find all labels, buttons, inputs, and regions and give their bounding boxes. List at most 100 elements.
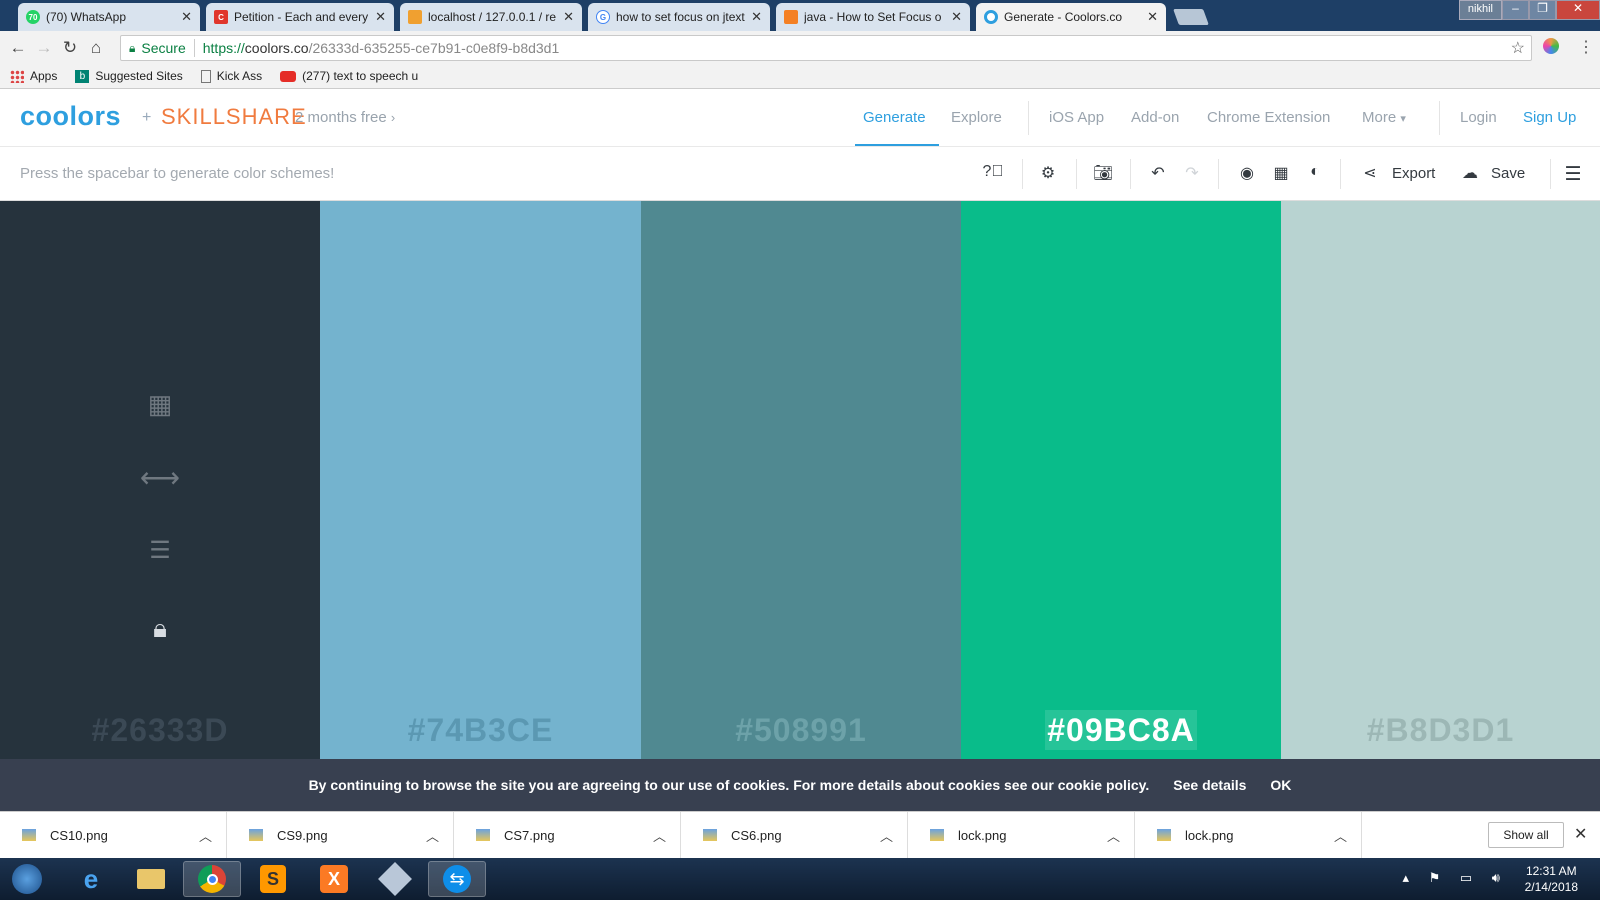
- bookmark-youtube[interactable]: (277) text to speech u: [280, 69, 418, 83]
- chevron-up-icon[interactable]: ︿: [1107, 826, 1120, 845]
- system-tray[interactable]: ▴ ⚑ ▭ 🔊︎: [1403, 870, 1509, 886]
- home-icon[interactable]: ⌂: [83, 38, 109, 58]
- grid-view-icon[interactable]: ▦: [1270, 163, 1292, 183]
- xampp-icon[interactable]: X: [305, 861, 363, 897]
- hamburger-menu-icon[interactable]: ☰: [1562, 163, 1584, 186]
- close-window-icon[interactable]: ✕: [1556, 0, 1600, 20]
- show-all-button[interactable]: Show all: [1488, 822, 1564, 848]
- close-icon[interactable]: ✕: [951, 9, 962, 25]
- bookmark-apps[interactable]: Apps: [10, 69, 57, 83]
- coolors-logo[interactable]: coolors: [20, 101, 121, 132]
- divider: [1340, 159, 1341, 189]
- start-button[interactable]: [2, 861, 52, 897]
- bookmark-kick-ass[interactable]: Kick Ass: [200, 69, 262, 83]
- color-column[interactable]: #508991: [641, 201, 961, 759]
- color-hex-code[interactable]: #508991: [641, 712, 961, 749]
- browser-tab[interactable]: localhost / 127.0.0.1 / re: ✕: [400, 3, 582, 31]
- nav-login[interactable]: Login: [1460, 109, 1497, 126]
- back-icon[interactable]: ←: [5, 38, 31, 58]
- drag-icon[interactable]: ⟷: [0, 461, 320, 494]
- view-shades-icon[interactable]: ▦: [0, 389, 320, 420]
- share-icon[interactable]: ⋖: [1359, 163, 1381, 183]
- chrome-icon[interactable]: [183, 861, 241, 897]
- sublime-text-icon[interactable]: S: [244, 861, 302, 897]
- adjust-icon[interactable]: ◐: [1304, 163, 1326, 181]
- color-hex-code[interactable]: #09BC8A: [961, 710, 1281, 750]
- close-icon[interactable]: ✕: [751, 9, 762, 25]
- download-item[interactable]: lock.png ︿: [1135, 812, 1362, 858]
- forward-icon[interactable]: →: [31, 38, 57, 58]
- teamviewer-icon[interactable]: ⇆: [428, 861, 486, 897]
- browser-tab[interactable]: C Petition - Each and every ✕: [206, 3, 394, 31]
- download-item[interactable]: CS9.png ︿: [227, 812, 454, 858]
- nav-sign-up[interactable]: Sign Up: [1523, 109, 1576, 126]
- promo-link[interactable]: 2 months free ›: [295, 109, 395, 126]
- nav-more[interactable]: More ▾: [1362, 109, 1406, 126]
- minimize-icon[interactable]: –: [1502, 0, 1529, 20]
- download-item[interactable]: CS6.png ︿: [681, 812, 908, 858]
- chevron-up-icon[interactable]: ︿: [653, 826, 666, 845]
- close-icon[interactable]: ✕: [563, 9, 574, 25]
- browser-tab-active[interactable]: Generate - Coolors.co ✕: [976, 3, 1166, 31]
- redo-icon[interactable]: ↷: [1181, 163, 1203, 183]
- nav-explore[interactable]: Explore: [951, 109, 1002, 126]
- adjust-sliders-icon[interactable]: ☰: [0, 536, 320, 565]
- chevron-up-icon[interactable]: ︿: [1334, 826, 1347, 845]
- internet-explorer-icon[interactable]: e: [62, 861, 120, 897]
- close-icon[interactable]: ✕: [1147, 9, 1158, 25]
- download-item[interactable]: CS10.png ︿: [0, 812, 227, 858]
- profile-name[interactable]: nikhil: [1458, 0, 1502, 20]
- nav-ios-app[interactable]: iOS App: [1049, 109, 1104, 126]
- close-icon[interactable]: ✕: [375, 9, 386, 25]
- color-column[interactable]: #B8D3D1: [1281, 201, 1600, 759]
- color-hex-code[interactable]: #26333D: [0, 712, 320, 749]
- gear-icon[interactable]: ⚙: [1037, 163, 1059, 183]
- color-hex-code[interactable]: #74B3CE: [320, 712, 641, 749]
- color-column[interactable]: ▦ ⟷ ☰ 🔒︎ #26333D: [0, 201, 320, 759]
- undo-icon[interactable]: ↶: [1147, 163, 1169, 183]
- menu-kebab-icon[interactable]: ⋮: [1578, 37, 1594, 57]
- windows-taskbar: e S X ⇆ ▴ ⚑ ▭ 🔊︎ 12:31 AM 2/14/2018: [0, 858, 1600, 900]
- address-bar[interactable]: 🔒︎ Secure https://coolors.co/26333d-6352…: [120, 35, 1532, 61]
- close-icon[interactable]: ✕: [181, 9, 192, 25]
- skillshare-logo[interactable]: SKILLSHARE: [161, 104, 307, 130]
- camera-icon[interactable]: 📷︎: [1092, 163, 1114, 183]
- browser-tab[interactable]: 70 (70) WhatsApp ✕: [18, 3, 200, 31]
- color-column[interactable]: #09BC8A: [961, 201, 1281, 759]
- export-button[interactable]: Export: [1392, 165, 1435, 182]
- chevron-up-icon[interactable]: ︿: [199, 826, 212, 845]
- maximize-icon[interactable]: ❐: [1529, 0, 1556, 20]
- url-host: coolors.co: [244, 40, 309, 56]
- color-column[interactable]: #74B3CE: [320, 201, 641, 759]
- file-explorer-icon[interactable]: [122, 861, 180, 897]
- browser-tab[interactable]: java - How to Set Focus o ✕: [776, 3, 970, 31]
- eye-icon[interactable]: ◉: [1236, 163, 1258, 183]
- virtualbox-icon[interactable]: [366, 861, 424, 897]
- bookmarks-bar: Apps b Suggested Sites Kick Ass (277) te…: [0, 64, 1600, 89]
- see-details-link[interactable]: See details: [1173, 777, 1246, 793]
- save-button[interactable]: Save: [1491, 165, 1525, 182]
- hex-text: #74B3CE: [407, 712, 554, 748]
- color-hex-code[interactable]: #B8D3D1: [1281, 712, 1600, 749]
- reload-icon[interactable]: ↻: [57, 38, 83, 58]
- chevron-up-icon[interactable]: ︿: [426, 826, 439, 845]
- system-clock[interactable]: 12:31 AM 2/14/2018: [1525, 863, 1578, 895]
- bookmark-star-icon[interactable]: ☆: [1511, 38, 1525, 58]
- browser-tab[interactable]: G how to set focus on jtext ✕: [588, 3, 770, 31]
- download-item[interactable]: CS7.png ︿: [454, 812, 681, 858]
- help-icon[interactable]: ?⃝: [982, 163, 1004, 181]
- close-icon[interactable]: ✕: [1574, 824, 1587, 844]
- nav-add-on[interactable]: Add-on: [1131, 109, 1179, 126]
- nav-chrome-extension[interactable]: Chrome Extension: [1207, 109, 1330, 126]
- tab-title: java - How to Set Focus o: [804, 10, 942, 24]
- chevron-up-icon[interactable]: ︿: [880, 826, 893, 845]
- bookmark-suggested-sites[interactable]: b Suggested Sites: [75, 69, 183, 83]
- extension-icon[interactable]: [1543, 38, 1559, 54]
- lock-icon[interactable]: 🔒︎: [0, 613, 320, 645]
- new-tab-button[interactable]: [1173, 9, 1209, 25]
- chevron-down-icon: ▾: [1400, 113, 1406, 125]
- cookie-ok-button[interactable]: OK: [1270, 777, 1291, 793]
- cloud-upload-icon[interactable]: ☁: [1459, 163, 1481, 183]
- nav-generate[interactable]: Generate: [863, 109, 926, 126]
- download-item[interactable]: lock.png ︿: [908, 812, 1135, 858]
